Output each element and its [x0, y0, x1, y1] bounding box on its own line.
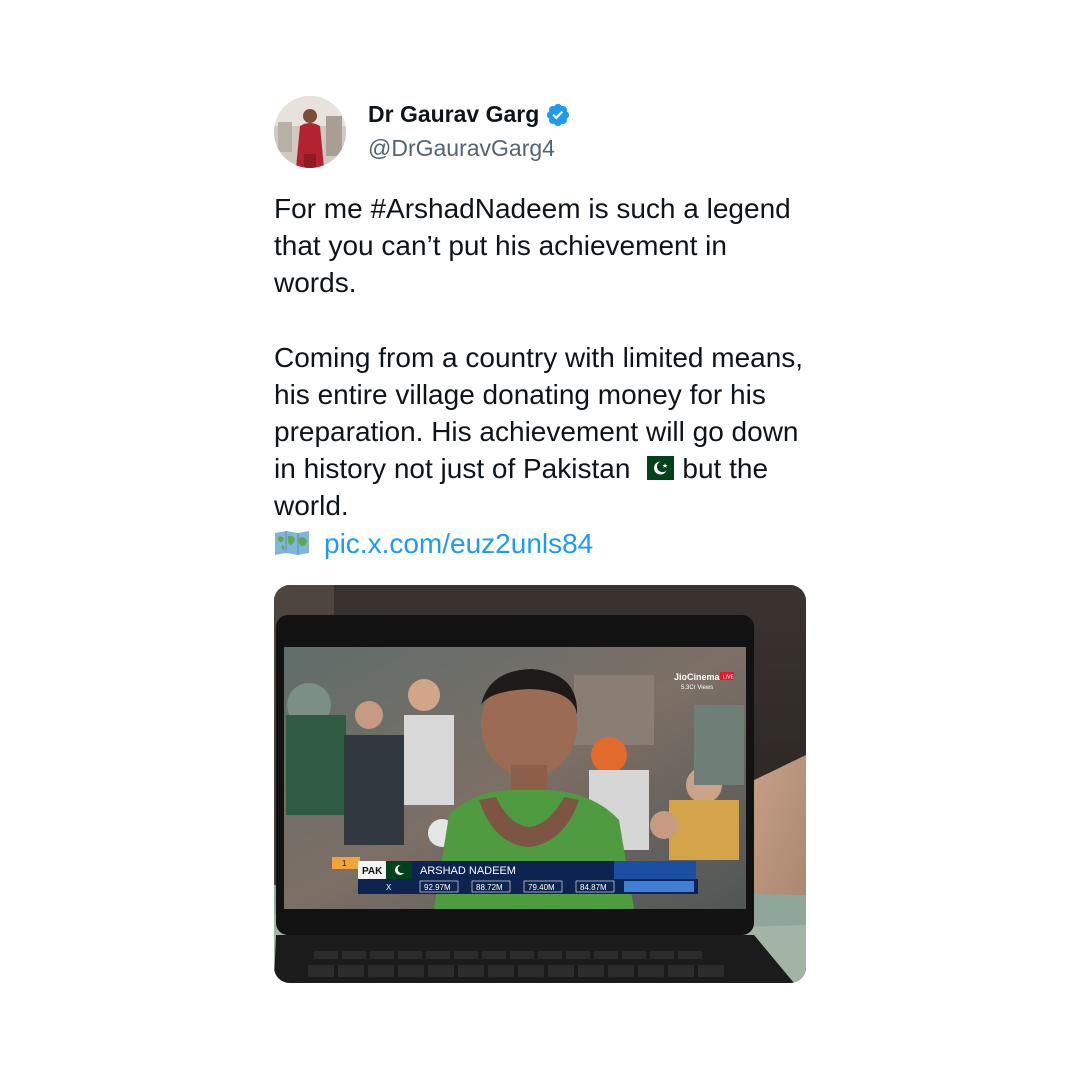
views-count: 5.3Cr Views: [681, 685, 713, 691]
athlete-name: ARSHAD NADEEM: [420, 865, 516, 877]
attempt-2: 92.97M: [424, 883, 451, 892]
tweet-paragraph-2: Coming from a country with limited means…: [274, 339, 814, 525]
attempt-5: 84.87M: [580, 883, 607, 892]
attempt-1: X: [386, 883, 392, 892]
broadcaster-logo: JioCinema: [674, 672, 721, 682]
attempt-3: 88.72M: [476, 883, 503, 892]
avatar-photo: [274, 96, 346, 168]
tweet-media-link[interactable]: pic.x.com/euz2unls84: [324, 525, 593, 562]
tweet-paragraph-1: For me #ArshadNadeem is such a legend th…: [274, 193, 791, 299]
avatar[interactable]: [274, 96, 346, 168]
tweet-link-line: pic.x.com/euz2unls84: [274, 525, 814, 562]
country-code: PAK: [362, 866, 383, 877]
world-map-icon: [275, 531, 309, 556]
attempt-4: 79.40M: [528, 883, 555, 892]
author-name-row: Dr Gaurav Garg: [368, 101, 571, 128]
tweet-text: For me #ArshadNadeem is such a legend th…: [274, 190, 814, 562]
author-handle[interactable]: @DrGauravGarg4: [368, 135, 555, 162]
rank-label: 1: [342, 859, 347, 868]
tweet-media-image[interactable]: JioCinema LIVE 5.3Cr Views 1 PAK ARSHAD …: [274, 585, 806, 983]
author-name[interactable]: Dr Gaurav Garg: [368, 101, 539, 128]
verified-badge-icon: [547, 103, 570, 126]
laptop-photo: JioCinema LIVE 5.3Cr Views 1 PAK ARSHAD …: [274, 585, 806, 983]
live-badge: LIVE: [723, 675, 735, 681]
pakistan-flag-icon: [638, 456, 675, 481]
